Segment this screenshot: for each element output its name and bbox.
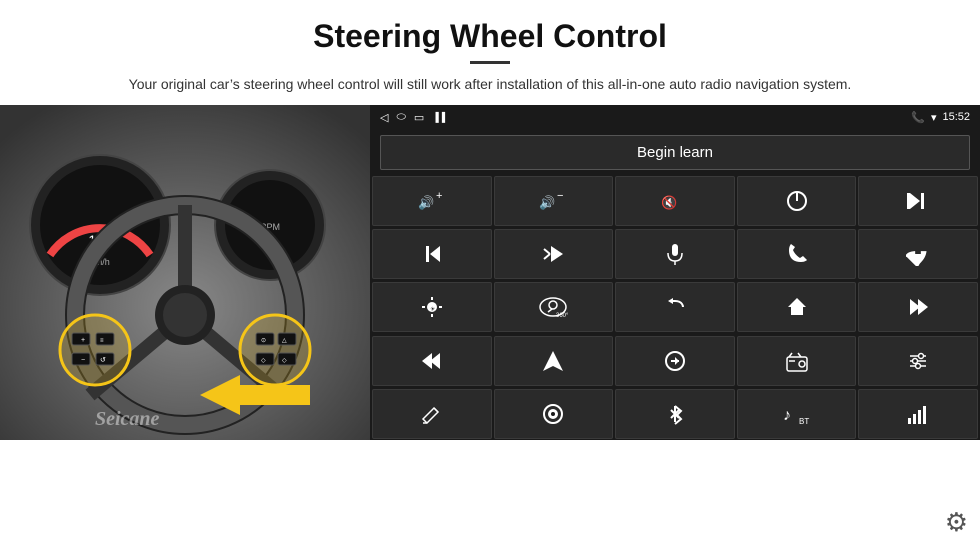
steering-wheel-image: 120 km/h RPM bbox=[0, 105, 370, 440]
title-divider bbox=[470, 61, 510, 64]
svg-text:△: △ bbox=[282, 338, 287, 344]
next-button[interactable] bbox=[372, 229, 492, 279]
svg-text:BT: BT bbox=[799, 417, 809, 426]
fast-forward-button[interactable] bbox=[494, 229, 614, 279]
brightness-button[interactable]: ☀ bbox=[372, 282, 492, 332]
bluetooth-button[interactable] bbox=[615, 389, 735, 439]
svg-text:🔊: 🔊 bbox=[539, 194, 555, 211]
signal-icon: ▐▐ bbox=[432, 112, 445, 122]
settings-gear-icon[interactable]: ⚙ bbox=[945, 507, 968, 538]
svg-text:−: − bbox=[557, 190, 563, 202]
svg-text:+: + bbox=[436, 190, 442, 202]
control-grid: 🔊+ 🔊− 🔇 bbox=[370, 176, 980, 440]
prev-track-button[interactable] bbox=[858, 176, 978, 226]
wifi-status-icon: ▾ bbox=[931, 111, 937, 124]
hang-up-button[interactable] bbox=[858, 229, 978, 279]
edit-button[interactable] bbox=[372, 389, 492, 439]
begin-learn-button[interactable]: Begin learn bbox=[380, 135, 970, 170]
back-nav-icon[interactable]: ◁ bbox=[380, 111, 388, 124]
vol-up-button[interactable]: 🔊+ bbox=[372, 176, 492, 226]
svg-text:🔊: 🔊 bbox=[418, 194, 434, 211]
mute-button[interactable]: 🔇 bbox=[615, 176, 735, 226]
mic-button[interactable] bbox=[615, 229, 735, 279]
svg-text:♪: ♪ bbox=[783, 407, 791, 424]
back-button[interactable] bbox=[615, 282, 735, 332]
vol-down-button[interactable]: 🔊− bbox=[494, 176, 614, 226]
header-section: Steering Wheel Control Your original car… bbox=[0, 0, 980, 105]
status-bar-right: 📞 ▾ 15:52 bbox=[911, 111, 970, 124]
svg-text:Seicane: Seicane bbox=[95, 408, 160, 430]
radio-button[interactable] bbox=[737, 336, 857, 386]
rewind-button[interactable] bbox=[858, 282, 978, 332]
home-button[interactable] bbox=[737, 282, 857, 332]
signal-bars-button[interactable] bbox=[858, 389, 978, 439]
power-button[interactable] bbox=[737, 176, 857, 226]
svg-text:🔇: 🔇 bbox=[661, 195, 677, 210]
svg-text:−: − bbox=[81, 357, 85, 364]
eq-button[interactable] bbox=[858, 336, 978, 386]
page-title: Steering Wheel Control bbox=[60, 18, 920, 55]
android-panel: ◁ ⬭ ▭ ▐▐ 📞 ▾ 15:52 Begin learn 🔊+ bbox=[370, 105, 980, 440]
page-container: Steering Wheel Control Your original car… bbox=[0, 0, 980, 546]
recent-nav-icon[interactable]: ▭ bbox=[414, 111, 424, 124]
svg-text:↺: ↺ bbox=[100, 357, 106, 364]
music-button[interactable]: ♪ BT bbox=[737, 389, 857, 439]
call-button[interactable] bbox=[737, 229, 857, 279]
svg-text:+: + bbox=[81, 337, 85, 344]
subtitle-text: Your original car’s steering wheel contr… bbox=[60, 74, 920, 95]
home-nav-icon[interactable]: ⬭ bbox=[396, 111, 405, 124]
360-view-button[interactable]: 360° bbox=[494, 282, 614, 332]
status-bar-left: ◁ ⬭ ▭ ▐▐ bbox=[380, 111, 445, 124]
content-section: 120 km/h RPM bbox=[0, 105, 980, 546]
swap-button[interactable] bbox=[615, 336, 735, 386]
svg-text:◇: ◇ bbox=[282, 358, 287, 364]
svg-text:≡: ≡ bbox=[100, 338, 104, 344]
svg-text:⊙: ⊙ bbox=[261, 338, 266, 344]
status-bar: ◁ ⬭ ▭ ▐▐ 📞 ▾ 15:52 bbox=[370, 105, 980, 129]
svg-text:☀: ☀ bbox=[430, 306, 435, 313]
svg-text:◇: ◇ bbox=[261, 358, 266, 364]
navigate-button[interactable] bbox=[494, 336, 614, 386]
phone-status-icon: 📞 bbox=[911, 111, 925, 124]
status-time: 15:52 bbox=[942, 111, 970, 123]
record-button[interactable] bbox=[494, 389, 614, 439]
skip-button[interactable] bbox=[372, 336, 492, 386]
svg-text:360°: 360° bbox=[556, 313, 568, 319]
